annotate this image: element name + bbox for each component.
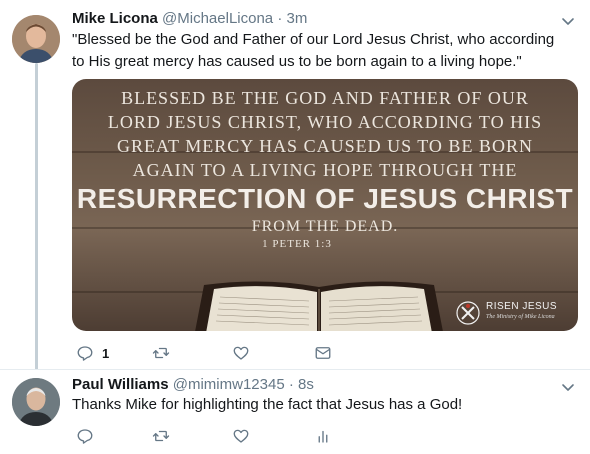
analytics-button[interactable] (314, 426, 332, 446)
tweet-text: "Blessed be the God and Father of our Lo… (72, 31, 555, 70)
display-name[interactable]: Mike Licona (72, 10, 158, 27)
like-icon (232, 344, 250, 362)
like-button[interactable] (232, 343, 250, 363)
logo-icon (456, 301, 480, 325)
retweet-button[interactable] (152, 426, 170, 446)
reply-icon (76, 344, 94, 362)
image-text-line: great mercy has caused us to be born (117, 136, 533, 156)
tweet-header: Mike Licona @MichaelLicona · 3m (72, 9, 307, 29)
tweet-header: Paul Williams @mimimw12345 · 8s (72, 375, 314, 395)
user-handle[interactable]: @MichaelLicona (162, 10, 273, 27)
like-button[interactable] (232, 426, 250, 446)
dm-icon (314, 344, 332, 362)
analytics-icon (314, 427, 332, 445)
image-text-line: Lord Jesus Christ, who according to his (107, 112, 543, 132)
separator-dot: · (277, 10, 283, 27)
retweet-icon (152, 344, 170, 362)
image-text-line: Blessed be the God and Father of our (121, 88, 529, 108)
reply-button[interactable] (76, 426, 94, 446)
chevron-down-icon[interactable] (560, 13, 576, 29)
timestamp[interactable]: 3m (287, 10, 308, 27)
image-scripture-reference: 1 Peter 1:3 (262, 238, 332, 250)
retweet-button[interactable] (152, 343, 170, 363)
like-icon (232, 427, 250, 445)
risen-jesus-logo: RISEN JESUS The Ministry of Mike Licona (456, 299, 576, 329)
logo-title: RISEN JESUS (486, 301, 558, 312)
logo-subtitle: The Ministry of Mike Licona (486, 314, 555, 320)
reply-button[interactable]: 1 (76, 343, 109, 363)
display-name[interactable]: Paul Williams (72, 376, 169, 393)
image-text-line: from the dead. (251, 218, 399, 235)
tweet-mike-licona[interactable]: Mike Licona @MichaelLicona · 3m "Blessed… (0, 0, 590, 370)
avatar[interactable] (12, 15, 60, 63)
user-handle[interactable]: @mimimw12345 (173, 376, 285, 393)
image-text-line: again to a living hope through the (132, 160, 518, 180)
tweet-media-image[interactable]: Blessed be the God and Father of our Lor… (72, 79, 578, 331)
thread-connector-line (35, 63, 38, 370)
tweet-paul-williams[interactable]: Paul Williams @mimimw12345 · 8s Thanks M… (0, 370, 590, 454)
chevron-down-icon[interactable] (560, 379, 576, 395)
image-text-headline: Resurrection of Jesus Christ (76, 183, 574, 214)
direct-message-button[interactable] (314, 343, 332, 363)
reply-icon (76, 427, 94, 445)
timestamp[interactable]: 8s (298, 376, 314, 393)
tweet-text: Thanks Mike for highlighting the fact th… (72, 396, 463, 413)
reply-count: 1 (102, 345, 110, 361)
open-bible-icon (194, 277, 444, 331)
separator-dot: · (288, 376, 294, 393)
avatar[interactable] (12, 378, 60, 426)
retweet-icon (152, 427, 170, 445)
